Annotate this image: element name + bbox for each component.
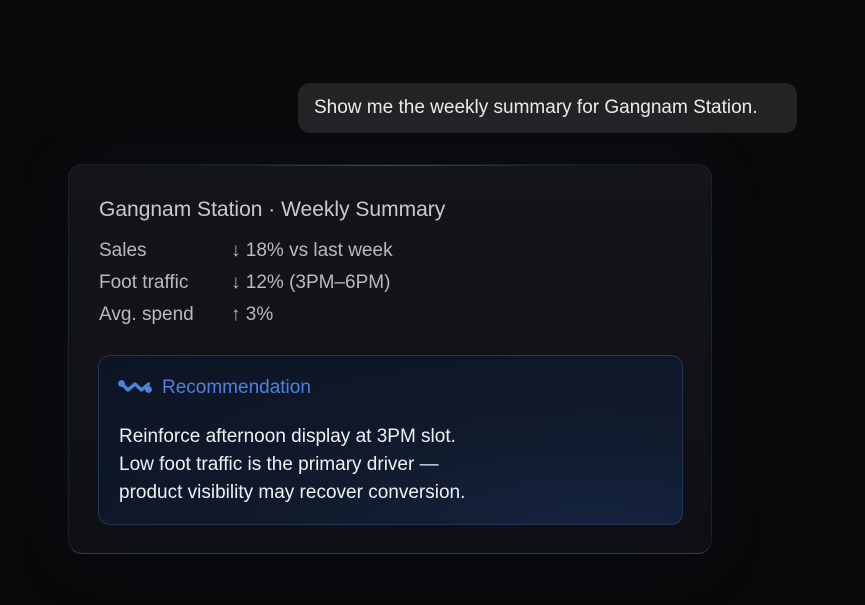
recommendation-panel: Recommendation Reinforce afternoon displ… [98, 355, 683, 525]
metric-label: Foot traffic [99, 272, 189, 293]
card-title: Gangnam Station · Weekly Summary [99, 198, 446, 221]
metric-value: ↑ 3% [231, 304, 274, 325]
user-message-bubble: Show me the weekly summary for Gangnam S… [298, 83, 797, 133]
weekly-summary-card: Gangnam Station · Weekly Summary Sales ↓… [68, 164, 712, 554]
recommendation-line: Reinforce afternoon display at 3PM slot. [119, 426, 456, 447]
user-message-text: Show me the weekly summary for Gangnam S… [314, 97, 758, 118]
metric-label: Avg. spend [99, 304, 194, 325]
recommendation-line: Low foot traffic is the primary driver — [119, 454, 439, 475]
wave-icon [118, 380, 152, 393]
metric-value: ↓ 12% (3PM–6PM) [231, 272, 391, 293]
metric-label: Sales [99, 240, 147, 261]
recommendation-label: Recommendation [162, 377, 311, 398]
metric-value: ↓ 18% vs last week [231, 240, 393, 261]
recommendation-line: product visibility may recover conversio… [119, 482, 466, 503]
recommendation-text: Reinforce afternoon display at 3PM slot.… [119, 423, 465, 507]
